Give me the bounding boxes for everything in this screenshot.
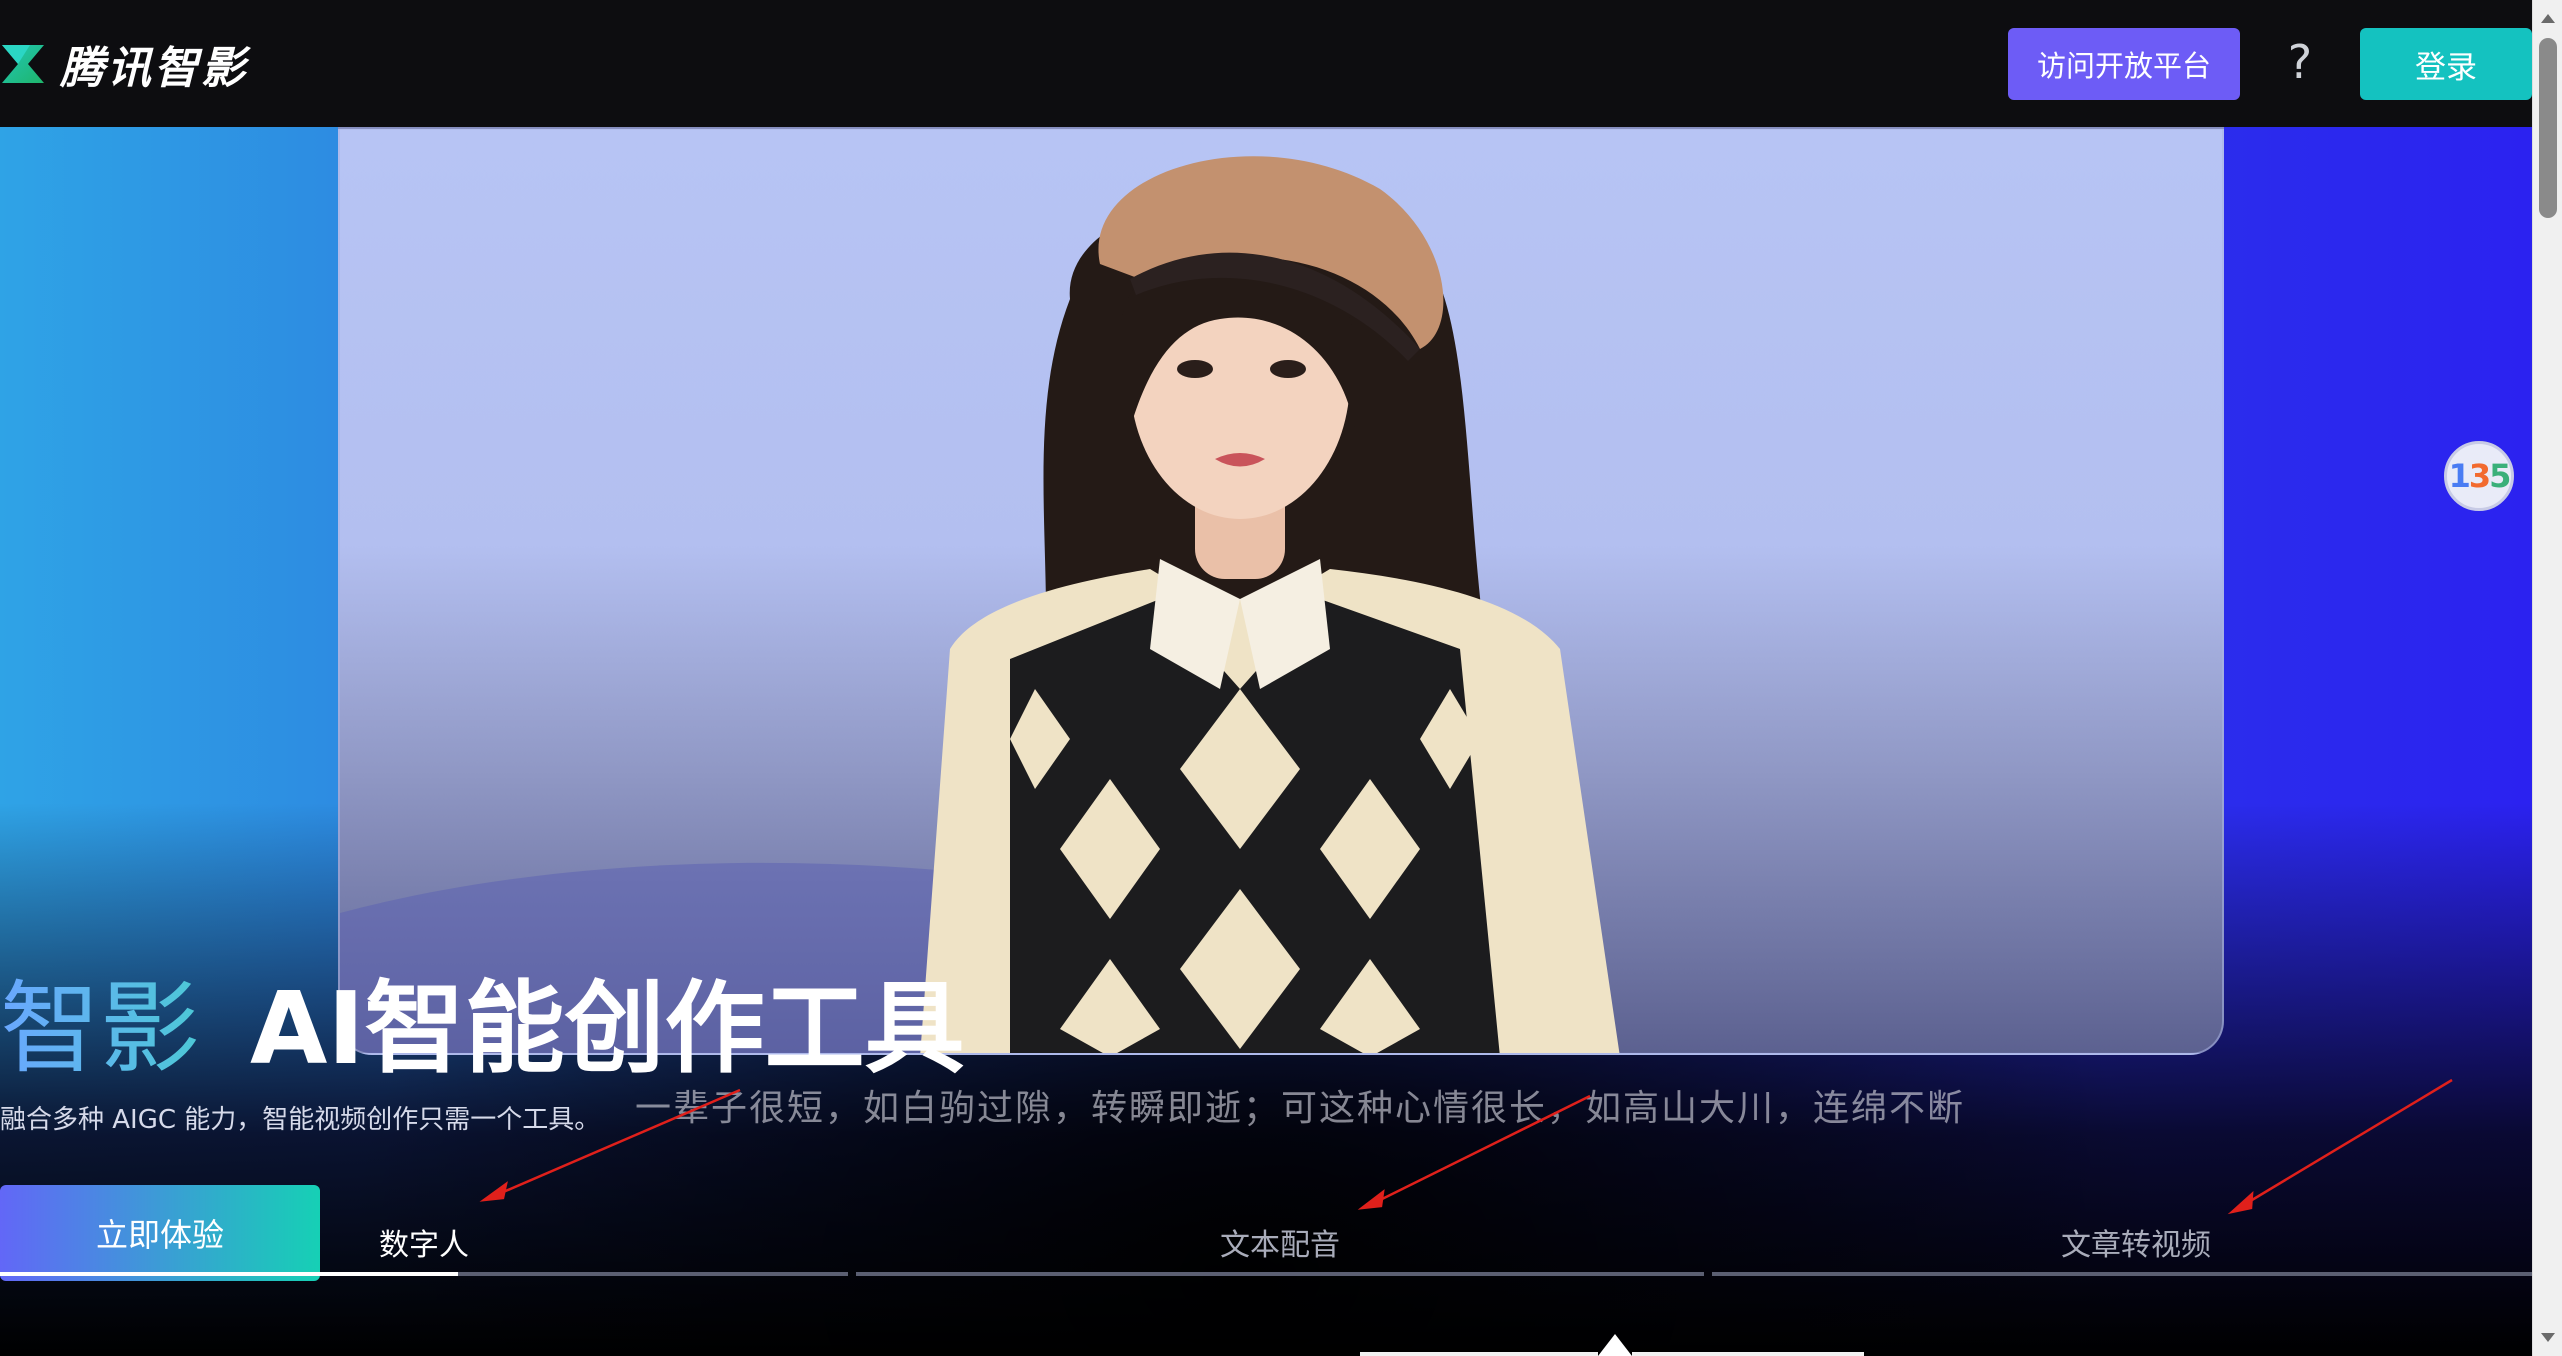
open-platform-button[interactable]: 访问开放平台 [2008,28,2240,100]
page-scrollbar[interactable] [2532,0,2562,1356]
logo[interactable]: 腾讯智影 [0,36,248,94]
hero-title: 智影 AI智能创作工具 [0,947,965,1092]
presenter-avatar [920,156,1620,1053]
page: 腾讯智影 访问开放平台 ? 登录 一辈子很短，如白驹过隙，转瞬即逝；可这种心情很… [0,0,2562,1356]
tab-progress-track [1712,1272,2560,1276]
login-button[interactable]: 登录 [2360,28,2532,100]
tab-text-voiceover[interactable]: 文本配音 [856,1212,1704,1276]
carousel-indicator-line [1632,1352,1864,1356]
hero-banner: 一辈子很短，如白驹过隙，转瞬即逝；可这种心情很长，如高山大川，连绵不断 智影 A… [0,127,2532,1356]
scroll-up-icon[interactable] [2541,14,2555,23]
help-icon[interactable]: ? [2278,34,2322,90]
tab-label: 文章转视频 [2061,1228,2211,1263]
logo-text: 腾讯智影 [60,43,248,94]
carousel-caret-icon [1598,1334,1632,1356]
tab-label: 文本配音 [1220,1228,1340,1263]
tab-progress-track [856,1272,1704,1276]
tab-progress-fill [0,1272,458,1276]
tab-article-to-video[interactable]: 文章转视频 [1712,1212,2560,1276]
demo-video[interactable] [338,127,2224,1055]
carousel-indicator-line [1360,1352,1598,1356]
scroll-down-icon[interactable] [2541,1333,2555,1342]
top-navbar: 腾讯智影 访问开放平台 ? 登录 [0,0,2532,127]
tab-digital-human[interactable]: 数字人 [0,1212,848,1276]
scroll-thumb[interactable] [2539,38,2557,218]
float-badge-icon[interactable]: 135 [2444,441,2514,511]
feature-tabs: 数字人 文本配音 文章转视频 [0,1212,2560,1276]
hero-title-main: AI智能创作工具 [250,970,965,1087]
hero-title-brand: 智影 [0,947,200,1092]
hero-description: 融合多种 AIGC 能力，智能视频创作只需一个工具。 [0,1105,601,1135]
tab-label: 数字人 [379,1228,469,1263]
logo-icon [2,45,44,83]
